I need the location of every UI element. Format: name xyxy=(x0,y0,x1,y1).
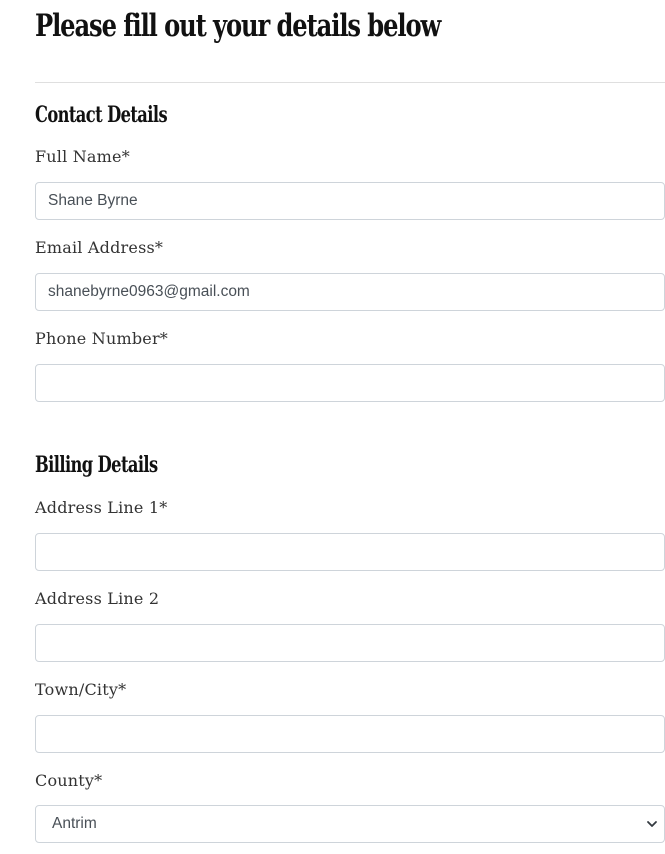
email-address-input[interactable] xyxy=(35,273,665,311)
address-line-2-label: Address Line 2 xyxy=(35,589,160,608)
town-city-input[interactable] xyxy=(35,715,665,753)
county-selected-value: Antrim xyxy=(52,815,97,832)
email-address-label: Email Address* xyxy=(35,238,164,257)
phone-number-input[interactable] xyxy=(35,364,665,402)
county-label: County* xyxy=(35,771,103,790)
full-name-input[interactable] xyxy=(35,182,665,220)
billing-details-heading: Billing Details xyxy=(35,452,158,478)
phone-number-label: Phone Number* xyxy=(35,329,168,348)
town-city-label: Town/City* xyxy=(35,680,127,699)
page-title: Please fill out your details below xyxy=(35,8,441,44)
county-select[interactable]: Antrim xyxy=(35,805,665,843)
address-line-1-input[interactable] xyxy=(35,533,665,571)
address-line-1-label: Address Line 1* xyxy=(35,498,168,517)
address-line-2-input[interactable] xyxy=(35,624,665,662)
full-name-label: Full Name* xyxy=(35,147,130,166)
contact-details-heading: Contact Details xyxy=(35,102,168,128)
title-divider xyxy=(35,82,665,83)
chevron-down-icon xyxy=(647,821,657,827)
